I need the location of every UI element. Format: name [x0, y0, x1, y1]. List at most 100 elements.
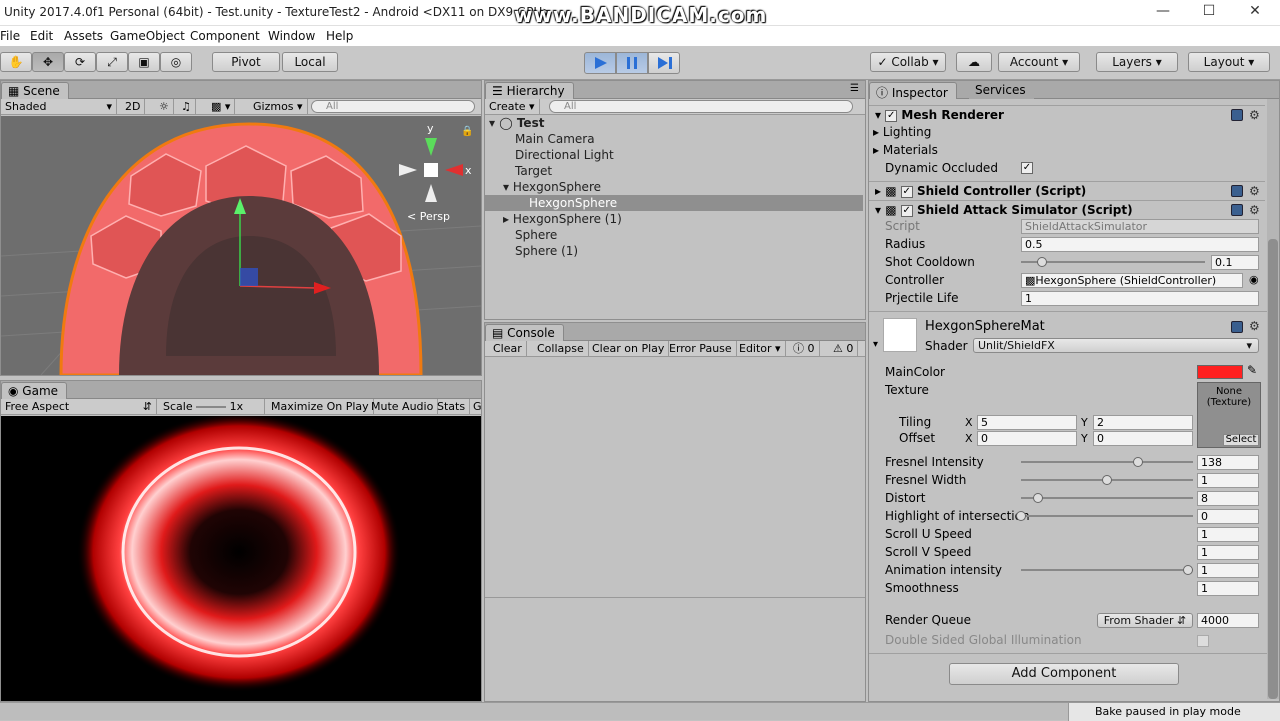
menu-help[interactable]: Help	[326, 29, 353, 43]
create-dropdown[interactable]: Create ▾	[485, 99, 540, 114]
info-count-toggle[interactable]: ⓘ 0	[789, 341, 820, 356]
shading-dropdown[interactable]: Shaded ▾	[1, 99, 117, 114]
cooldown-field[interactable]: 0.1	[1211, 255, 1259, 270]
eyedropper-icon[interactable]: ✎	[1247, 363, 1257, 377]
scale-tool-icon[interactable]: ⤢	[96, 52, 128, 72]
material-prop-slider-knob[interactable]	[1182, 565, 1193, 575]
material-prop-field[interactable]: 0	[1197, 509, 1259, 524]
tiling-y-field[interactable]: 2	[1093, 415, 1193, 430]
warning-count-toggle[interactable]: ⚠ 0	[829, 341, 859, 356]
tab-inspector[interactable]: ⓘ Inspector	[869, 82, 957, 100]
material-prop-field[interactable]: 8	[1197, 491, 1259, 506]
help-icon[interactable]	[1231, 204, 1243, 216]
material-prop-slider-knob[interactable]	[1132, 457, 1143, 467]
shield-attack-enabled-checkbox[interactable]: ✓	[900, 204, 913, 217]
scale-slider[interactable]: Scale 1x	[159, 399, 265, 414]
hierarchy-item[interactable]: ▸ HexgonSphere (1)	[485, 211, 863, 227]
shader-dropdown[interactable]: Unlit/ShieldFX ▾	[973, 338, 1259, 353]
material-prop-slider-track[interactable]	[1021, 497, 1193, 499]
transform-tool-icon[interactable]: ◎	[160, 52, 192, 72]
step-button[interactable]	[648, 52, 680, 74]
clear-on-play-toggle[interactable]: Clear on Play	[588, 341, 670, 356]
shield-controller-header[interactable]: ▸ ▩ ✓ Shield Controller (Script) ⚙	[869, 181, 1265, 199]
clear-button[interactable]: Clear	[489, 341, 527, 356]
aspect-dropdown[interactable]: Free Aspect ⇵	[1, 399, 157, 414]
controller-field[interactable]: ▩HexgonSphere (ShieldController)	[1021, 273, 1243, 288]
foldout-icon[interactable]: ▾	[873, 339, 878, 350]
hierarchy-item[interactable]: Main Camera	[485, 131, 863, 147]
mute-audio-toggle[interactable]: Mute Audio	[367, 399, 439, 414]
material-prop-slider-track[interactable]	[1021, 569, 1193, 571]
hierarchy-item[interactable]: Sphere (1)	[485, 243, 863, 259]
error-pause-toggle[interactable]: Error Pause	[665, 341, 737, 356]
play-button[interactable]	[584, 52, 616, 74]
minimize-icon[interactable]: —	[1140, 3, 1186, 19]
offset-x-field[interactable]: 0	[977, 431, 1077, 446]
scene-search-input[interactable]: All	[311, 100, 475, 113]
material-prop-field[interactable]: 1	[1197, 545, 1259, 560]
game-viewport[interactable]	[1, 416, 481, 701]
add-component-button[interactable]: Add Component	[949, 663, 1179, 685]
hand-tool-icon[interactable]: ✋	[0, 52, 32, 72]
inspector-scrollbar[interactable]	[1267, 99, 1279, 699]
console-log-area[interactable]	[485, 358, 865, 598]
cloud-icon[interactable]: ☁	[956, 52, 992, 72]
dynamic-occluded-checkbox[interactable]: ✓	[1021, 162, 1033, 174]
hierarchy-item[interactable]: Target	[485, 163, 863, 179]
layers-dropdown[interactable]: Layers ▾	[1096, 52, 1178, 72]
gear-icon[interactable]: ⚙	[1249, 106, 1260, 124]
hierarchy-search-input[interactable]: All	[549, 100, 853, 113]
effects-dropdown-icon[interactable]: ▩ ▾	[207, 99, 236, 114]
collab-button[interactable]: ✓ Collab ▾	[870, 52, 946, 72]
lighting-toggle-icon[interactable]: ☼	[155, 99, 174, 114]
hierarchy-item[interactable]: Directional Light	[485, 147, 863, 163]
hierarchy-item[interactable]: Sphere	[485, 227, 863, 243]
menu-edit[interactable]: Edit	[30, 29, 53, 43]
render-queue-field[interactable]: 4000	[1197, 613, 1259, 628]
pause-button[interactable]	[616, 52, 648, 74]
help-icon[interactable]	[1231, 109, 1243, 121]
editor-dropdown[interactable]: Editor ▾	[735, 341, 786, 356]
material-prop-slider-knob[interactable]	[1016, 511, 1026, 521]
audio-toggle-icon[interactable]: ♫	[177, 99, 196, 114]
scene-viewport[interactable]: y x < Persp 🔒	[1, 116, 481, 375]
life-field[interactable]: 1	[1021, 291, 1259, 306]
tab-console[interactable]: ▤ Console	[485, 324, 564, 341]
material-prop-slider-knob[interactable]	[1033, 493, 1044, 503]
material-prop-slider-knob[interactable]	[1102, 475, 1112, 485]
material-prop-field[interactable]: 1	[1197, 581, 1259, 596]
move-tool-icon[interactable]: ✥	[32, 52, 64, 72]
mesh-renderer-enabled-checkbox[interactable]: ✓	[885, 109, 898, 122]
account-dropdown[interactable]: Account ▾	[998, 52, 1080, 72]
hierarchy-item-selected[interactable]: HexgonSphere	[485, 195, 863, 211]
radius-field[interactable]: 0.5	[1021, 237, 1259, 252]
cooldown-slider-track[interactable]	[1021, 261, 1205, 263]
menu-window[interactable]: Window	[268, 29, 315, 43]
collapse-toggle[interactable]: Collapse	[533, 341, 589, 356]
menu-file[interactable]: File	[0, 29, 20, 43]
object-picker-icon[interactable]: ◉	[1249, 271, 1259, 289]
local-button[interactable]: Local	[282, 52, 338, 72]
tab-hierarchy[interactable]: ☰ Hierarchy	[485, 82, 574, 99]
maximize-icon[interactable]: ☐	[1186, 3, 1232, 19]
menu-component[interactable]: Component	[190, 29, 260, 43]
tiling-x-field[interactable]: 5	[977, 415, 1077, 430]
cooldown-slider-knob[interactable]	[1037, 257, 1047, 267]
tab-game[interactable]: ◉ Game	[1, 382, 68, 399]
maincolor-swatch[interactable]	[1197, 365, 1243, 379]
help-icon[interactable]	[1231, 321, 1243, 333]
gear-icon[interactable]: ⚙	[1249, 319, 1260, 333]
material-prop-field[interactable]: 1	[1197, 527, 1259, 542]
hierarchy-item[interactable]: ▾ HexgonSphere	[485, 179, 863, 195]
shield-attack-header[interactable]: ▾ ▩ ✓ Shield Attack Simulator (Script) ⚙	[869, 200, 1265, 218]
offset-y-field[interactable]: 0	[1093, 431, 1193, 446]
mode-2d-button[interactable]: 2D	[121, 99, 146, 114]
stats-toggle[interactable]: Stats	[433, 399, 471, 414]
materials-foldout[interactable]: ▸ Materials	[873, 141, 1261, 159]
rotate-tool-icon[interactable]: ⟳	[64, 52, 96, 72]
close-icon[interactable]: ✕	[1232, 3, 1278, 19]
layout-dropdown[interactable]: Layout ▾	[1188, 52, 1270, 72]
hierarchy-menu-icon[interactable]: ☰	[850, 83, 859, 94]
pivot-button[interactable]: Pivot	[212, 52, 280, 72]
maximize-on-play-toggle[interactable]: Maximize On Play	[267, 399, 374, 414]
